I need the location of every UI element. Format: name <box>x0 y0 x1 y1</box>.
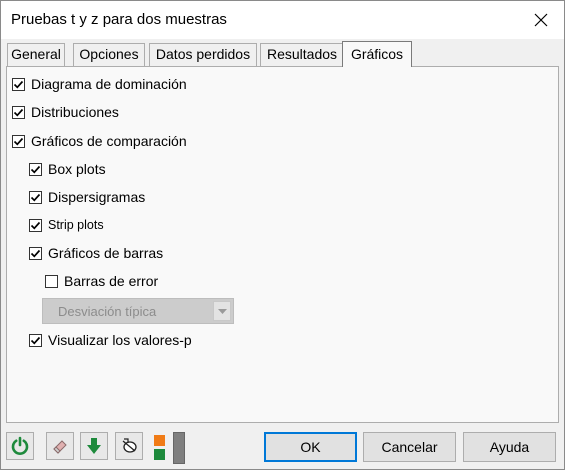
checkbox-box <box>12 134 25 148</box>
tab-opciones[interactable]: Opciones <box>73 43 145 66</box>
clear-selection-button[interactable] <box>115 432 143 460</box>
checkbox-box <box>12 105 25 119</box>
checkmark-icon <box>13 137 24 146</box>
checkbox-box <box>45 274 58 288</box>
close-icon <box>534 13 548 27</box>
checkbox-graficos-barras[interactable]: Gráficos de barras <box>29 244 163 262</box>
checkbox-box <box>29 246 42 260</box>
checkbox-box <box>29 190 42 204</box>
checkbox-distribuciones[interactable]: Distribuciones <box>12 103 119 121</box>
checkbox-label: Gráficos de barras <box>48 245 164 261</box>
checkbox-box <box>29 162 42 176</box>
color-swatch-button[interactable] <box>149 432 169 460</box>
checkmark-icon <box>30 336 41 345</box>
checkmark-icon <box>30 249 41 258</box>
chevron-down-icon <box>217 308 227 314</box>
tab-resultados[interactable]: Resultados <box>260 43 344 66</box>
checkbox-label: Barras de error <box>64 273 159 289</box>
eraser-icon <box>53 440 67 454</box>
title-bar: Pruebas t y z para dos muestras <box>1 1 564 39</box>
checkbox-dispersigramas[interactable]: Dispersigramas <box>29 188 145 206</box>
checkbox-diagrama-dominacion[interactable]: Diagrama de dominación <box>12 75 187 93</box>
checkbox-graficos-comparacion[interactable]: Gráficos de comparación <box>12 132 187 150</box>
eraser-button[interactable] <box>46 432 74 460</box>
checkbox-label: Box plots <box>48 161 106 177</box>
checkmark-icon <box>30 193 41 202</box>
down-arrow-icon <box>87 438 101 454</box>
green-swatch <box>154 449 165 460</box>
window-title: Pruebas t y z para dos muestras <box>11 11 227 28</box>
checkmark-icon <box>13 108 24 117</box>
error-type-select[interactable]: Desviación típica <box>42 298 234 324</box>
checkbox-label: Visualizar los valores-p <box>48 332 192 348</box>
ok-button[interactable]: OK <box>264 432 357 462</box>
error-type-value: Desviación típica <box>58 304 157 319</box>
checkbox-box-plots[interactable]: Box plots <box>29 160 106 178</box>
checkbox-label: Diagrama de dominación <box>31 76 187 92</box>
checkbox-label: Strip plots <box>48 218 104 232</box>
cancel-button[interactable]: Cancelar <box>363 432 456 462</box>
checkmark-icon <box>30 165 41 174</box>
dialog-window: Pruebas t y z para dos muestras General … <box>0 0 565 470</box>
close-button[interactable] <box>518 1 564 39</box>
checkbox-label: Gráficos de comparación <box>31 133 187 149</box>
checkbox-label: Dispersigramas <box>48 189 146 205</box>
reset-button[interactable] <box>6 432 34 460</box>
tab-datos-perdidos[interactable]: Datos perdidos <box>149 43 257 66</box>
checkbox-label: Distribuciones <box>31 104 119 120</box>
checkmark-icon <box>30 221 41 230</box>
circular-arrow-icon <box>11 436 29 455</box>
checkmark-icon <box>13 80 24 89</box>
dropdown-arrow[interactable] <box>213 301 231 321</box>
checkbox-box <box>12 77 25 91</box>
color-bar <box>173 432 185 464</box>
tab-graficos[interactable]: Gráficos <box>342 41 412 67</box>
checkbox-strip-plots[interactable]: Strip plots <box>29 216 104 234</box>
cursor-icon <box>122 438 137 453</box>
checkbox-box <box>29 333 42 347</box>
orange-swatch <box>154 435 165 446</box>
checkbox-valores-p[interactable]: Visualizar los valores-p <box>29 331 192 349</box>
checkbox-barras-error[interactable]: Barras de error <box>45 272 158 290</box>
help-button[interactable]: Ayuda <box>463 432 556 462</box>
checkbox-box <box>29 218 42 232</box>
download-button[interactable] <box>80 432 108 460</box>
tab-general[interactable]: General <box>7 43 65 66</box>
